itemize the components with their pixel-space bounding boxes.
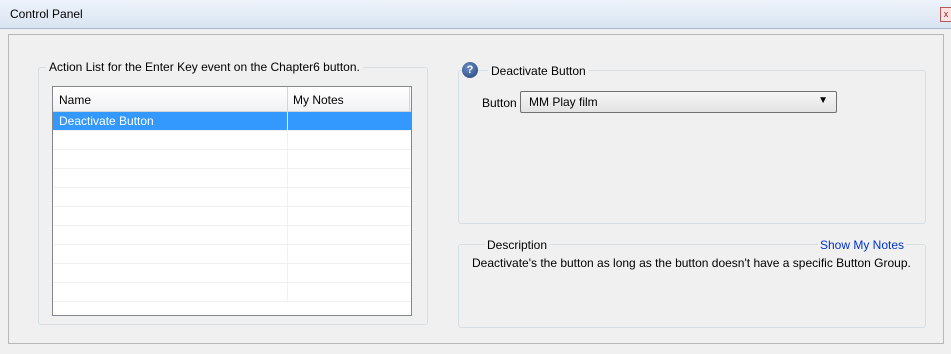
cell-divider [287, 207, 288, 226]
description-text: Deactivate's the button as long as the b… [472, 256, 911, 270]
window-title: Control Panel [10, 7, 83, 21]
cell-divider [287, 264, 288, 283]
list-item[interactable] [53, 226, 411, 245]
list-item[interactable] [53, 245, 411, 264]
action-list-caption: Action List for the Enter Key event on t… [46, 60, 363, 74]
show-my-notes-link[interactable]: Show My Notes [818, 238, 907, 252]
cell-divider [287, 131, 288, 150]
cell-divider [287, 112, 288, 131]
cell-divider [287, 245, 288, 264]
list-rows: Deactivate Button [53, 112, 411, 302]
button-field-label: Button [482, 96, 517, 110]
cell-divider [287, 150, 288, 169]
list-item[interactable] [53, 207, 411, 226]
close-icon[interactable]: x [940, 7, 951, 22]
list-item[interactable] [53, 150, 411, 169]
list-header: Name My Notes [53, 87, 411, 112]
cell-divider [287, 169, 288, 188]
cell-divider [287, 283, 288, 302]
list-item-name: Deactivate Button [59, 114, 154, 128]
action-list[interactable]: Name My Notes Deactivate Button [52, 86, 412, 316]
help-icon[interactable]: ? [462, 62, 478, 78]
list-item[interactable] [53, 131, 411, 150]
button-select[interactable]: MM Play film ▼ [520, 91, 837, 113]
button-select-value: MM Play film [529, 95, 598, 109]
list-item[interactable]: Deactivate Button [53, 112, 411, 131]
list-item[interactable] [53, 283, 411, 302]
cell-divider [287, 226, 288, 245]
title-bar: Control Panel x [0, 0, 951, 29]
cell-divider [287, 188, 288, 207]
column-divider [287, 87, 288, 111]
list-item[interactable] [53, 188, 411, 207]
action-title: Deactivate Button [488, 64, 589, 78]
list-item[interactable] [53, 264, 411, 283]
column-header-notes[interactable]: My Notes [293, 93, 344, 107]
column-divider [409, 87, 410, 111]
column-header-name[interactable]: Name [59, 93, 91, 107]
list-item[interactable] [53, 169, 411, 188]
description-title: Description [485, 238, 550, 252]
chevron-down-icon: ▼ [818, 95, 828, 106]
